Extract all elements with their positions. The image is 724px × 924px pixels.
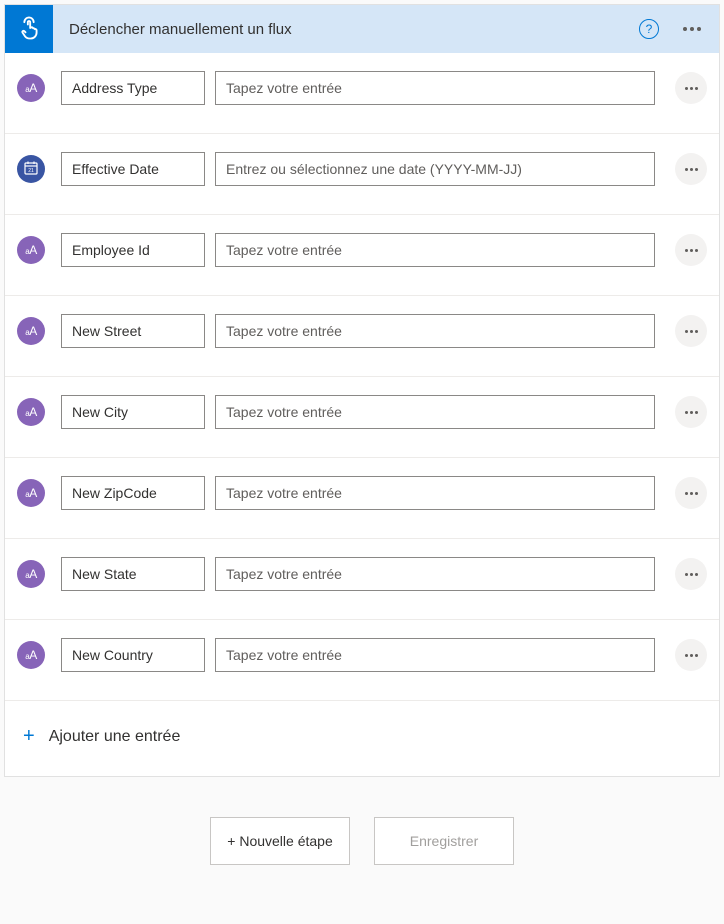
- input-row: aA New State: [5, 539, 719, 620]
- field-input[interactable]: [215, 395, 655, 429]
- save-button[interactable]: Enregistrer: [374, 817, 514, 865]
- row-more-button[interactable]: [675, 315, 707, 347]
- field-label[interactable]: New Street: [61, 314, 205, 348]
- field-label[interactable]: New ZipCode: [61, 476, 205, 510]
- help-icon[interactable]: ?: [639, 19, 659, 39]
- calendar-icon: 21: [23, 160, 39, 179]
- field-input[interactable]: [215, 233, 655, 267]
- input-row: 21 Effective Date: [5, 134, 719, 215]
- field-input[interactable]: [215, 314, 655, 348]
- footer-actions: + Nouvelle étape Enregistrer: [4, 817, 720, 865]
- row-more-button[interactable]: [675, 153, 707, 185]
- field-input[interactable]: [215, 557, 655, 591]
- row-more-button[interactable]: [675, 234, 707, 266]
- row-more-button[interactable]: [675, 477, 707, 509]
- text-type-icon: aA: [17, 317, 45, 345]
- field-input[interactable]: [215, 152, 655, 186]
- svg-text:21: 21: [28, 168, 34, 174]
- trigger-icon: [5, 5, 53, 53]
- card-title: Déclencher manuellement un flux: [53, 21, 639, 38]
- field-input[interactable]: [215, 71, 655, 105]
- trigger-card: Déclencher manuellement un flux ? aA Add…: [4, 4, 720, 777]
- row-more-button[interactable]: [675, 558, 707, 590]
- text-type-icon: aA: [17, 74, 45, 102]
- field-input[interactable]: [215, 638, 655, 672]
- plus-icon: +: [23, 725, 35, 748]
- field-input[interactable]: [215, 476, 655, 510]
- field-label[interactable]: New City: [61, 395, 205, 429]
- card-more-button[interactable]: [673, 21, 711, 37]
- field-label[interactable]: Address Type: [61, 71, 205, 105]
- new-step-button[interactable]: + Nouvelle étape: [210, 817, 350, 865]
- card-header: Déclencher manuellement un flux ?: [5, 5, 719, 53]
- field-label[interactable]: New State: [61, 557, 205, 591]
- row-more-button[interactable]: [675, 396, 707, 428]
- add-input-label: Ajouter une entrée: [49, 728, 181, 746]
- finger-tap-icon: [15, 14, 43, 45]
- field-label[interactable]: Employee Id: [61, 233, 205, 267]
- input-row: aA New ZipCode: [5, 458, 719, 539]
- card-body: aA Address Type 21 Effective Date: [5, 53, 719, 776]
- field-label[interactable]: Effective Date: [61, 152, 205, 186]
- text-type-icon: aA: [17, 560, 45, 588]
- add-input-button[interactable]: + Ajouter une entrée: [5, 701, 719, 776]
- input-row: aA New Street: [5, 296, 719, 377]
- input-row: aA New Country: [5, 620, 719, 701]
- input-row: aA Address Type: [5, 53, 719, 134]
- text-type-icon: aA: [17, 641, 45, 669]
- text-type-icon: aA: [17, 398, 45, 426]
- row-more-button[interactable]: [675, 639, 707, 671]
- text-type-icon: aA: [17, 479, 45, 507]
- row-more-button[interactable]: [675, 72, 707, 104]
- input-row: aA New City: [5, 377, 719, 458]
- date-type-icon: 21: [17, 155, 45, 183]
- input-row: aA Employee Id: [5, 215, 719, 296]
- text-type-icon: aA: [17, 236, 45, 264]
- field-label[interactable]: New Country: [61, 638, 205, 672]
